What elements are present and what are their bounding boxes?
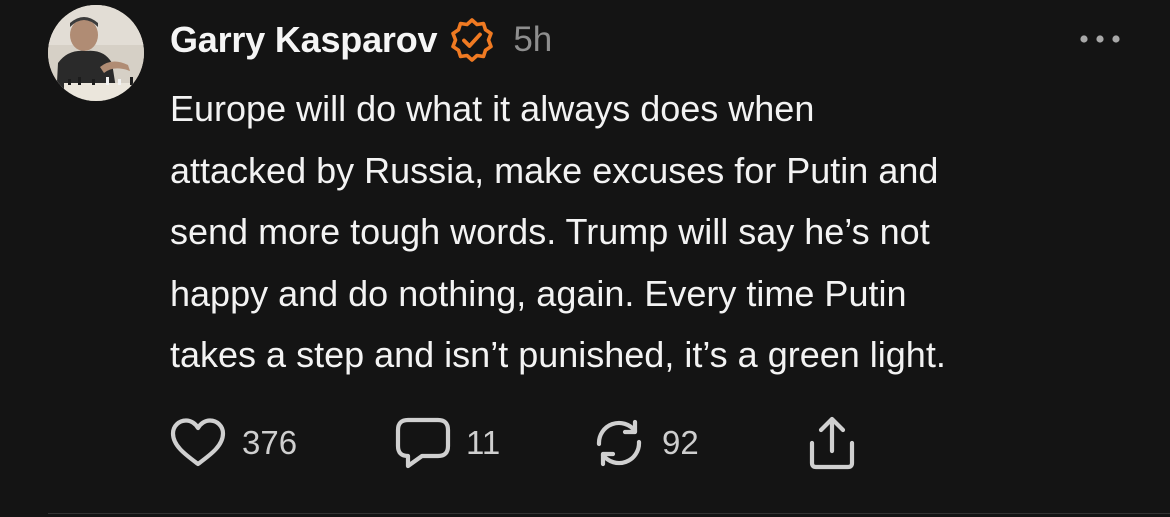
post-text-line: send more tough words. Trump will say he… <box>170 211 930 252</box>
post-header: Garry Kasparov 5h <box>170 14 552 66</box>
reply-count: 11 <box>466 424 501 461</box>
avatar-image <box>48 5 144 101</box>
avatar[interactable] <box>48 5 144 101</box>
author-name[interactable]: Garry Kasparov <box>170 19 438 61</box>
comment-bubble-icon <box>395 417 451 469</box>
post-actions: 376 11 92 <box>168 410 862 476</box>
verified-badge-icon <box>449 17 495 63</box>
post-text-line: attacked by Russia, make excuses for Put… <box>170 149 939 191</box>
reply-button[interactable]: 11 <box>394 416 590 470</box>
repost-button[interactable]: 92 <box>590 417 802 469</box>
post-text-line: Europe will do what it always does when <box>170 88 815 129</box>
post-text-line: happy and do nothing, again. Every time … <box>170 272 907 314</box>
repost-count: 92 <box>662 424 699 461</box>
share-button[interactable] <box>802 415 862 471</box>
post-card: Garry Kasparov 5h Europe will do what it… <box>0 0 1170 517</box>
post-text: Europe will do what it always does when … <box>170 78 1130 386</box>
post-divider <box>48 513 1170 514</box>
more-dots-icon[interactable] <box>1078 28 1122 50</box>
repost-arrows-icon <box>596 419 642 467</box>
heart-icon <box>170 418 226 467</box>
post-timestamp: 5h <box>513 20 553 59</box>
share-upload-icon <box>809 416 855 470</box>
post-text-line: takes a step and isn’t punished, it’s a … <box>170 334 946 375</box>
like-count: 376 <box>242 424 298 461</box>
like-button[interactable]: 376 <box>168 417 394 469</box>
